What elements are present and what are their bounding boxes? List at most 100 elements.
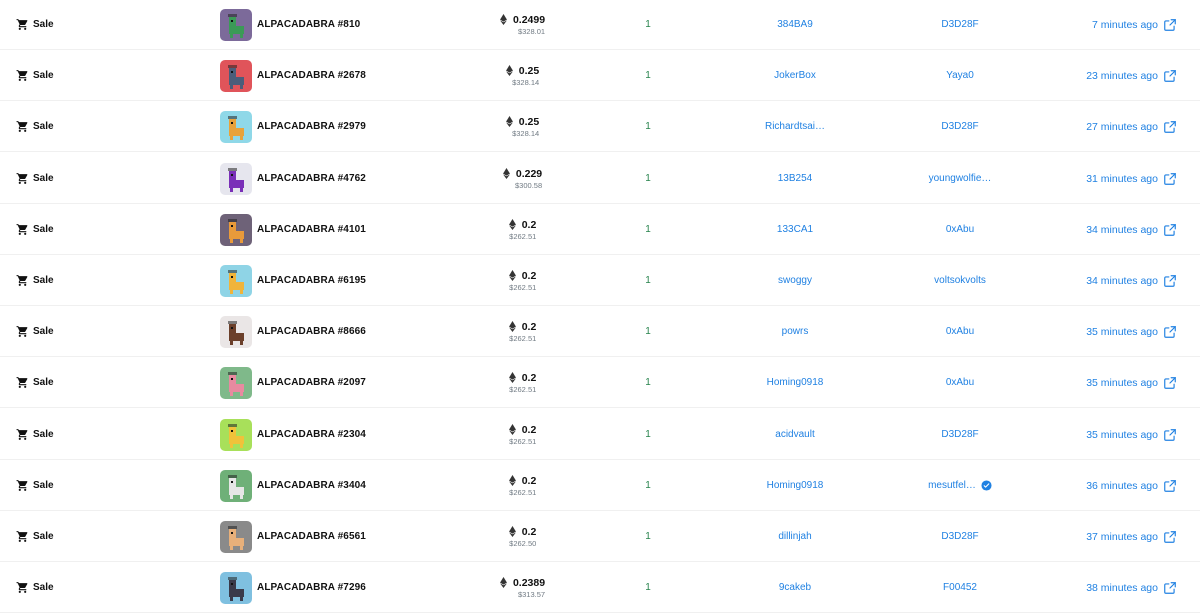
from-link[interactable]: 133CA1 — [777, 224, 813, 235]
external-link-icon[interactable] — [1163, 172, 1177, 186]
from-link[interactable]: Richardtsai… — [765, 121, 825, 132]
item-cell[interactable]: ALPACADABRA #2979 — [220, 101, 450, 152]
item-name[interactable]: ALPACADABRA #6195 — [257, 275, 366, 286]
event-cell: Sale — [16, 255, 196, 306]
from-link[interactable]: dillinjah — [778, 531, 811, 542]
item-thumbnail[interactable] — [220, 520, 252, 553]
price-eth: 0.2 — [521, 218, 537, 231]
item-cell[interactable]: ALPACADABRA #6561 — [220, 511, 450, 562]
item-name[interactable]: ALPACADABRA #4762 — [257, 173, 366, 184]
item-name[interactable]: ALPACADABRA #8666 — [257, 326, 366, 337]
cart-icon — [16, 19, 28, 30]
item-name[interactable]: ALPACADABRA #810 — [257, 19, 360, 30]
to-link[interactable]: voltsokvolts — [934, 275, 986, 286]
item-cell[interactable]: ALPACADABRA #2678 — [220, 50, 450, 101]
price-eth: 0.25 — [518, 115, 540, 128]
item-name[interactable]: ALPACADABRA #2097 — [257, 377, 366, 388]
item-thumbnail[interactable] — [220, 315, 252, 348]
item-cell[interactable]: ALPACADABRA #4762 — [220, 153, 450, 204]
time-link[interactable]: 35 minutes ago — [1086, 326, 1158, 338]
from-link[interactable]: powrs — [782, 326, 809, 337]
verified-badge-icon — [981, 480, 992, 491]
item-name[interactable]: ALPACADABRA #4101 — [257, 224, 366, 235]
to-link[interactable]: D3D28F — [941, 121, 978, 132]
to-link[interactable]: 0xAbu — [946, 326, 974, 337]
item-name[interactable]: ALPACADABRA #2678 — [257, 70, 366, 81]
to-link[interactable]: D3D28F — [941, 531, 978, 542]
to-link[interactable]: Yaya0 — [946, 70, 974, 81]
item-cell[interactable]: ALPACADABRA #8666 — [220, 306, 450, 357]
item-thumbnail[interactable] — [220, 418, 252, 451]
external-link-icon[interactable] — [1163, 274, 1177, 288]
to-link[interactable]: youngwolfie… — [929, 173, 992, 184]
item-thumbnail[interactable] — [220, 366, 252, 399]
quantity-value: 1 — [645, 429, 651, 440]
to-link[interactable]: D3D28F — [941, 19, 978, 30]
time-cell: 34 minutes ago — [1040, 204, 1177, 255]
item-cell[interactable]: ALPACADABRA #810 — [220, 0, 450, 50]
external-link-icon[interactable] — [1163, 530, 1177, 544]
time-link[interactable]: 35 minutes ago — [1086, 377, 1158, 389]
from-link[interactable]: 384BA9 — [777, 19, 813, 30]
time-link[interactable]: 7 minutes ago — [1092, 19, 1158, 31]
price-eth: 0.2 — [521, 371, 537, 384]
quantity-value: 1 — [645, 19, 651, 30]
external-link-icon[interactable] — [1163, 376, 1177, 390]
external-link-icon[interactable] — [1163, 581, 1177, 595]
to-link[interactable]: 0xAbu — [946, 377, 974, 388]
item-thumbnail[interactable] — [220, 264, 252, 297]
alpaca-image — [220, 571, 252, 604]
time-link[interactable]: 37 minutes ago — [1086, 531, 1158, 543]
from-cell: powrs — [720, 306, 870, 357]
from-link[interactable]: JokerBox — [774, 70, 816, 81]
time-link[interactable]: 35 minutes ago — [1086, 429, 1158, 441]
time-link[interactable]: 34 minutes ago — [1086, 224, 1158, 236]
item-cell[interactable]: ALPACADABRA #3404 — [220, 460, 450, 511]
item-name[interactable]: ALPACADABRA #3404 — [257, 480, 366, 491]
item-thumbnail[interactable] — [220, 469, 252, 502]
item-thumbnail[interactable] — [220, 8, 252, 41]
event-cell: Sale — [16, 357, 196, 408]
from-cell: Homing0918 — [720, 460, 870, 511]
from-link[interactable]: acidvault — [775, 429, 814, 440]
item-name[interactable]: ALPACADABRA #7296 — [257, 582, 366, 593]
item-thumbnail[interactable] — [220, 213, 252, 246]
item-thumbnail[interactable] — [220, 59, 252, 92]
external-link-icon[interactable] — [1163, 120, 1177, 134]
external-link-icon[interactable] — [1163, 18, 1177, 32]
time-link[interactable]: 23 minutes ago — [1086, 70, 1158, 82]
from-link[interactable]: 9cakeb — [779, 582, 811, 593]
item-thumbnail[interactable] — [220, 571, 252, 604]
from-link[interactable]: swoggy — [778, 275, 812, 286]
to-link[interactable]: mesutfel… — [928, 480, 976, 491]
time-link[interactable]: 27 minutes ago — [1086, 121, 1158, 133]
item-name[interactable]: ALPACADABRA #2304 — [257, 429, 366, 440]
from-link[interactable]: 13B254 — [778, 173, 812, 184]
time-link[interactable]: 31 minutes ago — [1086, 173, 1158, 185]
time-cell: 31 minutes ago — [1040, 153, 1177, 204]
item-cell[interactable]: ALPACADABRA #2304 — [220, 409, 450, 460]
price-eth: 0.2389 — [512, 576, 546, 589]
item-cell[interactable]: ALPACADABRA #4101 — [220, 204, 450, 255]
from-link[interactable]: Homing0918 — [767, 480, 824, 491]
to-link[interactable]: F00452 — [943, 582, 977, 593]
item-cell[interactable]: ALPACADABRA #2097 — [220, 357, 450, 408]
item-thumbnail[interactable] — [220, 110, 252, 143]
item-cell[interactable]: ALPACADABRA #6195 — [220, 255, 450, 306]
time-link[interactable]: 34 minutes ago — [1086, 275, 1158, 287]
time-link[interactable]: 38 minutes ago — [1086, 582, 1158, 594]
item-cell[interactable]: ALPACADABRA #7296 — [220, 562, 450, 613]
item-name[interactable]: ALPACADABRA #6561 — [257, 531, 366, 542]
from-link[interactable]: Homing0918 — [767, 377, 824, 388]
time-link[interactable]: 36 minutes ago — [1086, 480, 1158, 492]
external-link-icon[interactable] — [1163, 428, 1177, 442]
external-link-icon[interactable] — [1163, 479, 1177, 493]
to-link[interactable]: D3D28F — [941, 429, 978, 440]
external-link-icon[interactable] — [1163, 69, 1177, 83]
item-thumbnail[interactable] — [220, 162, 252, 195]
external-link-icon[interactable] — [1163, 223, 1177, 237]
item-name[interactable]: ALPACADABRA #2979 — [257, 121, 366, 132]
cart-icon — [16, 275, 28, 286]
to-link[interactable]: 0xAbu — [946, 224, 974, 235]
external-link-icon[interactable] — [1163, 325, 1177, 339]
